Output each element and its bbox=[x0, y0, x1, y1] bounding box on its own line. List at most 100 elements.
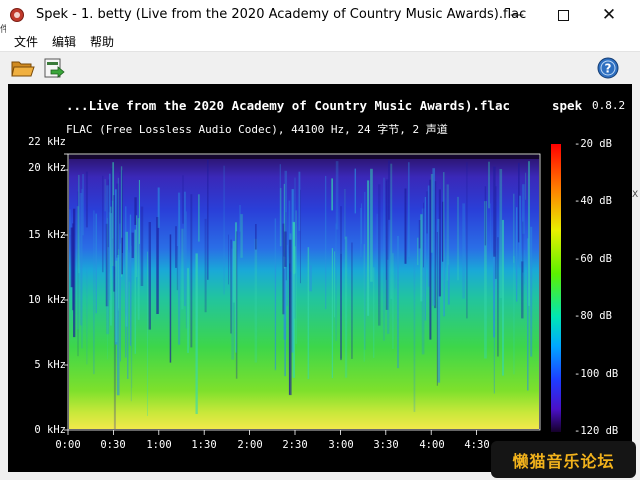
spectrogram-streak bbox=[79, 193, 83, 326]
spectrogram-streak bbox=[334, 251, 336, 318]
spectrogram-streak bbox=[438, 189, 441, 297]
spectrogram-streak bbox=[239, 205, 241, 232]
spectrogram-streak bbox=[127, 249, 129, 379]
spectrogram-streak bbox=[351, 242, 353, 359]
left-edge-fragment: 件 bbox=[0, 25, 6, 35]
spectrogram-streak bbox=[147, 251, 148, 416]
spectrogram-streak bbox=[394, 256, 396, 289]
spectrogram-streak bbox=[284, 257, 286, 377]
spectrogram-streak bbox=[178, 199, 180, 261]
spectrogram-streak bbox=[187, 268, 189, 353]
spectrogram-streak bbox=[432, 168, 435, 306]
spectrogram-streak bbox=[116, 183, 119, 258]
spectrogram-streak bbox=[390, 163, 393, 299]
x-label-3-00: 3:00 bbox=[328, 439, 354, 451]
spectrogram-streak bbox=[457, 196, 459, 281]
spectrogram-streak bbox=[413, 263, 416, 412]
spectrogram-streak bbox=[232, 241, 236, 303]
db-label-60: -60 dB bbox=[574, 253, 612, 265]
svg-text:?: ? bbox=[605, 62, 612, 76]
x-label-1-00: 1:00 bbox=[146, 439, 172, 451]
y-label-5khz: 5 kHz bbox=[34, 359, 66, 371]
spectrogram-streak bbox=[387, 259, 390, 334]
spectrogram-streak bbox=[300, 189, 301, 284]
spectrogram-panel: ...Live from the 2020 Academy of Country… bbox=[8, 84, 632, 472]
spectrogram-streak bbox=[331, 178, 333, 211]
spectrogram-streak bbox=[204, 218, 207, 313]
spectrogram-streak bbox=[525, 172, 527, 200]
spectrogram-streak bbox=[207, 159, 209, 280]
spectrogram-streak bbox=[442, 201, 444, 262]
menu-file[interactable]: 文件 bbox=[14, 33, 38, 50]
spectrogram-streak bbox=[513, 256, 515, 375]
spectrogram-streak bbox=[223, 165, 225, 295]
spectrogram-streak bbox=[104, 179, 106, 212]
spectrogram-streak bbox=[93, 210, 95, 375]
spectrogram-streak bbox=[295, 210, 297, 344]
spectrogram-streak bbox=[325, 175, 327, 310]
spectrogram-streak bbox=[118, 249, 120, 309]
maximize-icon bbox=[557, 9, 569, 21]
spectrogram-streak bbox=[289, 263, 291, 395]
spectrogram-streak bbox=[235, 231, 238, 379]
spectrogram-streak bbox=[344, 189, 346, 240]
spectrogram-streak bbox=[519, 195, 521, 268]
spectrogram-streak bbox=[86, 266, 88, 365]
close-button[interactable]: ✕ bbox=[586, 0, 632, 30]
spectrogram-streak bbox=[307, 247, 310, 380]
spectrogram-streak bbox=[275, 266, 276, 369]
menu-bar: 文件 编辑 帮助 bbox=[0, 30, 640, 52]
spectrogram-graphic bbox=[64, 144, 561, 435]
save-export-icon bbox=[44, 58, 65, 78]
y-label-0khz: 0 kHz bbox=[34, 424, 66, 436]
spectrogram-streak bbox=[184, 191, 186, 307]
spectrogram-streak bbox=[528, 161, 530, 306]
spectrogram-streak bbox=[427, 185, 430, 287]
spek-app-icon bbox=[10, 8, 24, 22]
spectrogram-streak bbox=[176, 246, 179, 291]
spectrogram-streak bbox=[293, 246, 296, 274]
spectrogram-streak bbox=[138, 180, 140, 244]
spectrogram-streak bbox=[95, 213, 97, 314]
spectrogram-streak bbox=[140, 206, 144, 286]
spectrogram-streak bbox=[436, 232, 438, 386]
toolbar: ? bbox=[0, 52, 640, 84]
help-button[interactable]: ? bbox=[595, 56, 621, 80]
spectrogram-streak bbox=[488, 161, 490, 209]
spectrogram-streak bbox=[370, 168, 373, 282]
x-label-0-30: 0:30 bbox=[100, 439, 126, 451]
cutoff-band bbox=[69, 155, 539, 159]
spectrogram-streak bbox=[284, 231, 287, 267]
db-label-20: -20 dB bbox=[574, 138, 612, 150]
y-label-10khz: 10 kHz bbox=[28, 294, 66, 306]
spectrogram-streak bbox=[383, 177, 385, 341]
spectrogram-streak bbox=[335, 223, 337, 341]
right-edge-fragment: X bbox=[632, 190, 639, 200]
save-button[interactable] bbox=[41, 56, 67, 80]
spectrogram-streak bbox=[397, 236, 399, 369]
spectrogram-streak bbox=[417, 237, 419, 265]
window-title: Spek - 1. betty (Live from the 2020 Acad… bbox=[36, 7, 527, 22]
spectrogram-streak bbox=[69, 209, 71, 235]
x-label-4-30: 4:30 bbox=[464, 439, 490, 451]
spectrogram-streak bbox=[190, 194, 193, 348]
open-file-button[interactable] bbox=[10, 56, 36, 80]
forum-watermark: 懒猫音乐论坛 bbox=[491, 441, 636, 478]
menu-help[interactable]: 帮助 bbox=[90, 33, 114, 50]
spectrogram-streak bbox=[493, 166, 496, 257]
x-label-0-00: 0:00 bbox=[55, 439, 81, 451]
spectrogram-streak bbox=[156, 217, 159, 314]
menu-edit[interactable]: 编辑 bbox=[52, 33, 76, 50]
spectrogram-streak bbox=[228, 234, 229, 285]
spectrogram-streak bbox=[513, 193, 515, 263]
spectrogram-streak bbox=[148, 222, 151, 330]
spectrogram-streak bbox=[130, 245, 132, 402]
minimize-button[interactable]: — bbox=[494, 0, 540, 30]
spectrogram-streak bbox=[70, 227, 74, 288]
spectrogram-streak bbox=[131, 232, 134, 258]
y-label-20khz: 20 kHz bbox=[28, 162, 66, 174]
spectrogram-streak bbox=[107, 179, 109, 248]
title-bar: Spek - 1. betty (Live from the 2020 Acad… bbox=[0, 0, 640, 31]
spectrogram-streak bbox=[198, 194, 200, 242]
maximize-button[interactable] bbox=[540, 0, 586, 30]
